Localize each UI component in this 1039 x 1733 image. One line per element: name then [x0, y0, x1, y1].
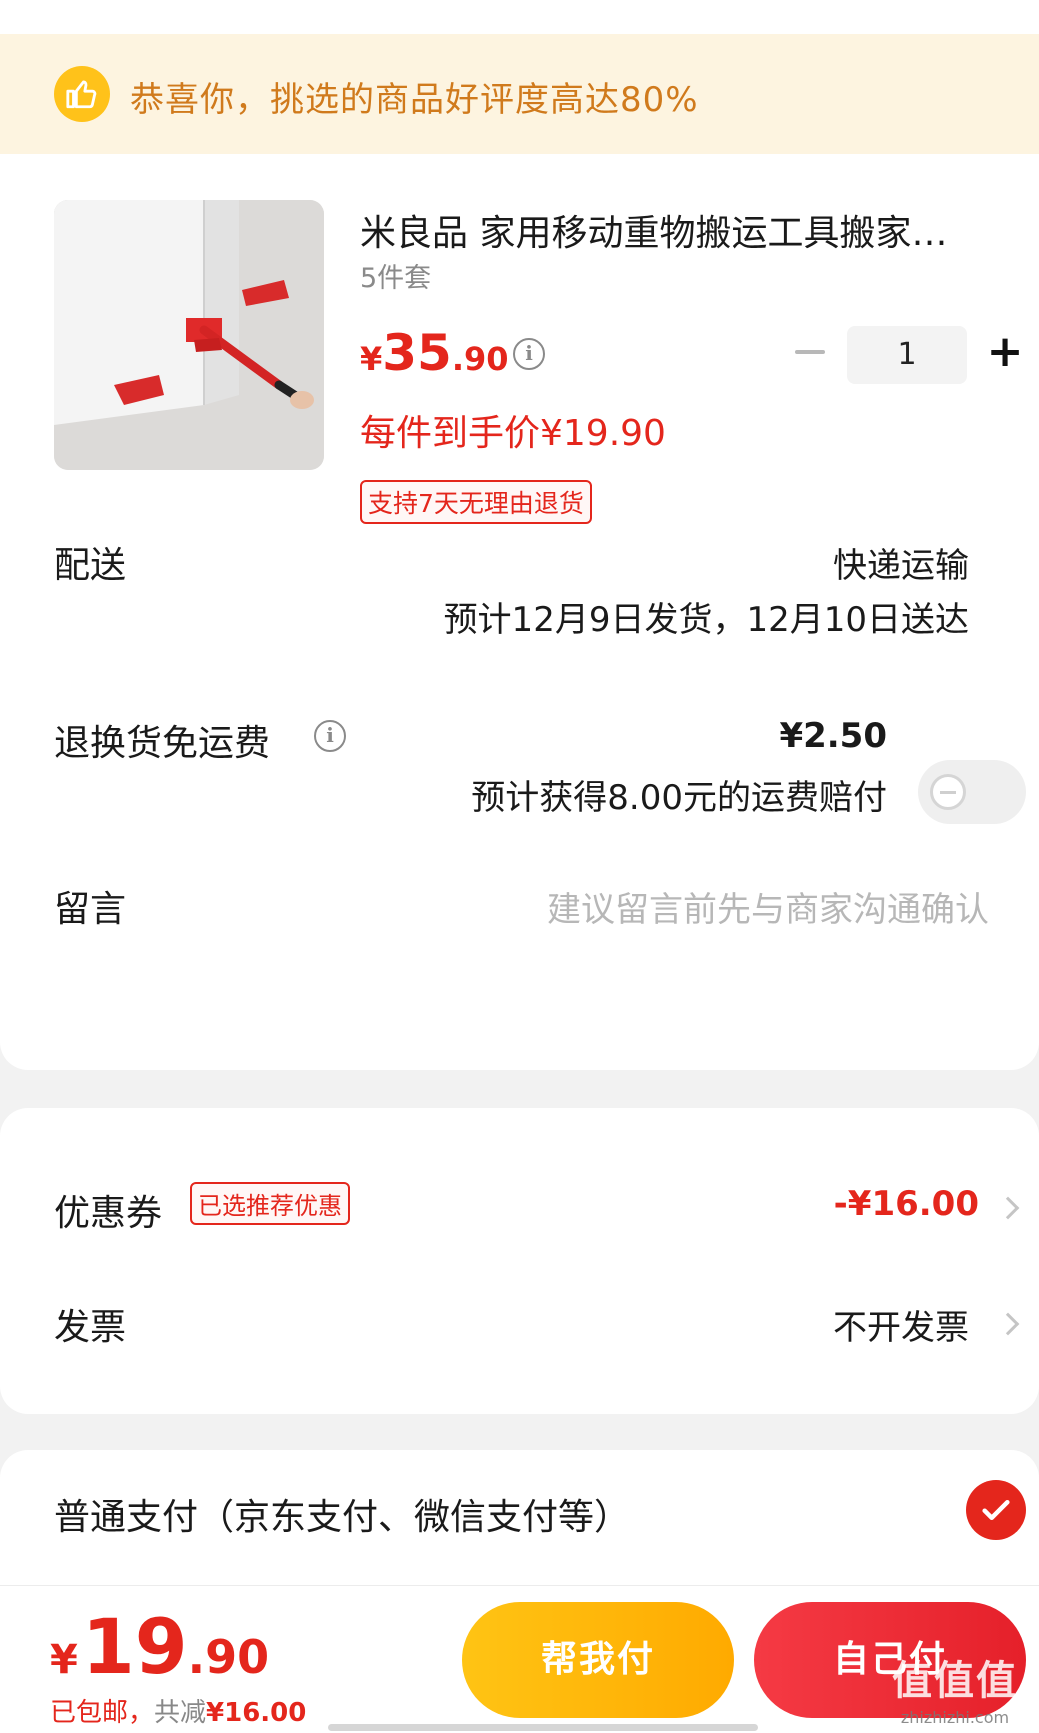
- reduced-label: 共减: [154, 1698, 207, 1728]
- reduced-value: ¥16.00: [206, 1698, 307, 1728]
- banner-text: 恭喜你，挑选的商品好评度高达80%: [130, 80, 699, 120]
- home-indicator[interactable]: [328, 1724, 758, 1731]
- minus-icon: [795, 350, 825, 354]
- invoice-label: 发票: [54, 1307, 127, 1348]
- price-decimal: .90: [451, 340, 509, 378]
- return-policy-tag: 支持7天无理由退货: [360, 480, 592, 524]
- help-pay-button[interactable]: 帮我付: [462, 1602, 734, 1718]
- product-title[interactable]: 米良品 家用移动重物搬运工具搬家…: [360, 204, 1000, 256]
- quantity-decrease-button[interactable]: [790, 324, 830, 380]
- rating-banner: 恭喜你，挑选的商品好评度高达80%: [0, 34, 1039, 154]
- toggle-knob: [930, 774, 966, 810]
- top-spacer: [0, 0, 1039, 34]
- return-fee-price: ¥2.50: [779, 716, 887, 756]
- product-image[interactable]: [54, 200, 324, 470]
- delivery-label: 配送: [54, 545, 127, 586]
- thumbs-up-icon: [54, 66, 110, 122]
- return-fee-toggle[interactable]: [918, 760, 1026, 824]
- message-label: 留言: [54, 889, 127, 930]
- return-fee-compensation: 预计获得8.00元的运费赔付: [471, 778, 887, 818]
- quantity-increase-button[interactable]: +: [985, 324, 1025, 380]
- total-decimal: .90: [187, 1630, 270, 1684]
- price-integer: 35: [382, 324, 452, 382]
- delivery-estimate: 预计12月9日发货，12月10日送达: [443, 600, 969, 640]
- coupon-label: 优惠券: [54, 1193, 163, 1234]
- invoice-value[interactable]: 不开发票: [833, 1300, 969, 1349]
- each-unit-price: 每件到手价¥19.90: [360, 413, 666, 454]
- return-fee-label: 退换货免运费: [54, 723, 271, 764]
- product-card: 米良品 家用移动重物搬运工具搬家… 5件套 ¥ 35 .90 i 每件到手价¥1…: [0, 154, 1039, 1070]
- price-currency: ¥: [360, 340, 383, 378]
- total-currency: ¥: [50, 1637, 78, 1683]
- quantity-input[interactable]: 1: [847, 326, 967, 384]
- delivery-method[interactable]: 快递运输: [833, 538, 969, 587]
- watermark: 值值值 zhizhizhi.com: [880, 1648, 1030, 1727]
- price-info-icon[interactable]: i: [513, 338, 545, 370]
- return-fee-info-icon[interactable]: i: [314, 720, 346, 752]
- watermark-url: zhizhizhi.com: [900, 1708, 1010, 1727]
- product-price: ¥ 35 .90: [360, 324, 509, 382]
- invoice-chevron-right-icon[interactable]: [996, 1312, 1020, 1336]
- coupon-value[interactable]: -¥16.00: [834, 1184, 979, 1224]
- coupon-selected-tag: 已选推荐优惠: [190, 1182, 350, 1225]
- payment-method-label[interactable]: 普通支付（京东支付、微信支付等）: [54, 1488, 630, 1540]
- bottom-checkout-bar: ¥ 19 .90 已包邮，共减¥16.00 帮我付 自己付 值值值 zhizhi…: [0, 1585, 1039, 1733]
- message-input[interactable]: 建议留言前先与商家沟通确认: [547, 882, 989, 931]
- watermark-logo: 值值值: [892, 1658, 1018, 1704]
- total-summary: 已包邮，共减¥16.00: [50, 1692, 306, 1729]
- product-spec: 5件套: [360, 263, 432, 294]
- total-integer: 19: [81, 1602, 188, 1691]
- total-price: ¥ 19 .90: [50, 1602, 269, 1691]
- coupon-chevron-right-icon[interactable]: [996, 1196, 1020, 1220]
- discount-card: 优惠券 已选推荐优惠 -¥16.00 发票 不开发票: [0, 1108, 1039, 1414]
- free-shipping-text: 已包邮，: [50, 1698, 155, 1728]
- checkmark-icon[interactable]: [966, 1480, 1026, 1540]
